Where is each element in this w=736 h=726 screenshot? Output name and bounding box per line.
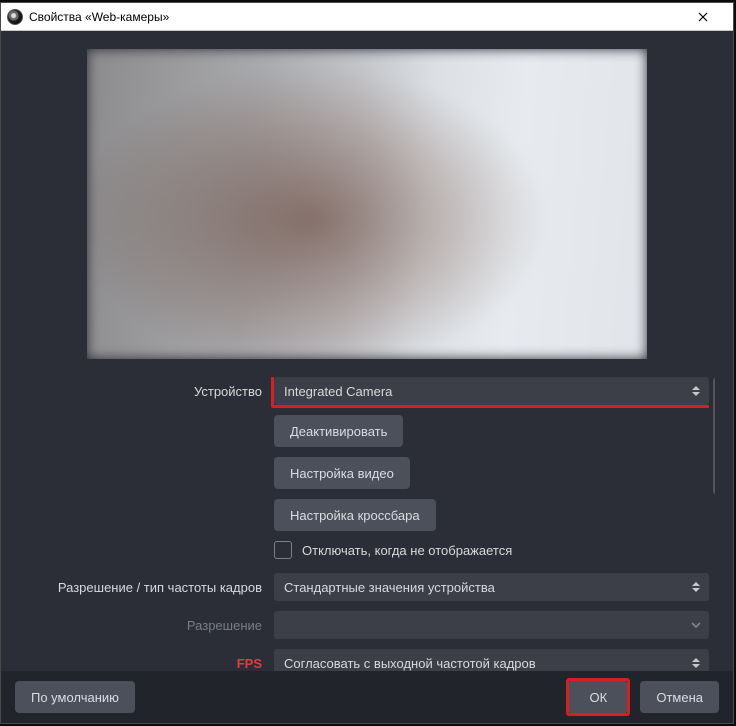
row-fps: FPS Согласовать с выходной частотой кадр… — [19, 649, 709, 671]
device-highlight: Integrated Camera — [271, 377, 709, 408]
deactivate-button[interactable]: Деактивировать — [274, 415, 403, 447]
spinner-icon — [687, 380, 705, 402]
row-crossbar-settings: Настройка кроссбара — [19, 499, 709, 531]
row-resolution-type: Разрешение / тип частоты кадров Стандарт… — [19, 573, 709, 601]
resolution-label: Разрешение — [19, 618, 274, 633]
hide-when-not-shown-checkbox[interactable] — [274, 541, 292, 559]
row-hide-checkbox: Отключать, когда не отображается — [19, 541, 709, 559]
resolution-type-value: Стандартные значения устройства — [284, 580, 495, 595]
fps-label: FPS — [19, 656, 274, 671]
row-video-settings: Настройка видео — [19, 457, 709, 489]
crossbar-settings-button[interactable]: Настройка кроссбара — [274, 499, 436, 531]
fps-select[interactable]: Согласовать с выходной частотой кадров — [274, 649, 709, 671]
device-label: Устройство — [19, 384, 274, 399]
resolution-type-label: Разрешение / тип частоты кадров — [19, 580, 274, 595]
cancel-button[interactable]: Отмена — [640, 681, 719, 713]
resolution-type-select[interactable]: Стандартные значения устройства — [274, 573, 709, 601]
titlebar: Свойства «Web-камеры» — [1, 3, 733, 31]
row-deactivate: Деактивировать — [19, 415, 709, 447]
dialog-body: Устройство Integrated Camera — [1, 31, 733, 671]
properties-dialog: Свойства «Web-камеры» Устройство Integra… — [0, 2, 734, 724]
resolution-select[interactable] — [274, 611, 709, 639]
close-icon — [698, 12, 708, 22]
form-scroll: Устройство Integrated Camera — [19, 377, 709, 671]
fps-value: Согласовать с выходной частотой кадров — [284, 656, 536, 671]
row-resolution: Разрешение — [19, 611, 709, 639]
device-select[interactable]: Integrated Camera — [274, 377, 709, 405]
close-button[interactable] — [683, 6, 723, 28]
row-device: Устройство Integrated Camera — [19, 377, 709, 405]
defaults-button[interactable]: По умолчанию — [15, 681, 135, 713]
camera-preview — [87, 49, 647, 359]
spinner-icon — [687, 652, 705, 671]
device-ctrl: Integrated Camera — [274, 377, 709, 405]
camera-preview-image — [87, 49, 647, 359]
ok-highlight: ОК — [566, 678, 630, 716]
video-settings-button[interactable]: Настройка видео — [274, 457, 410, 489]
titlebar-left: Свойства «Web-камеры» — [7, 9, 169, 25]
dialog-footer: По умолчанию ОК Отмена — [1, 671, 733, 723]
chevron-down-icon — [687, 614, 705, 636]
ok-button[interactable]: ОК — [569, 681, 627, 713]
window-title: Свойства «Web-камеры» — [29, 10, 169, 24]
scrollbar-thumb[interactable] — [713, 377, 715, 495]
footer-right: ОК Отмена — [566, 678, 719, 716]
device-select-value: Integrated Camera — [284, 384, 392, 399]
form-area: Устройство Integrated Camera — [19, 377, 715, 671]
obs-logo-icon — [7, 9, 23, 25]
spinner-icon — [687, 576, 705, 598]
hide-when-not-shown-label: Отключать, когда не отображается — [302, 543, 512, 558]
